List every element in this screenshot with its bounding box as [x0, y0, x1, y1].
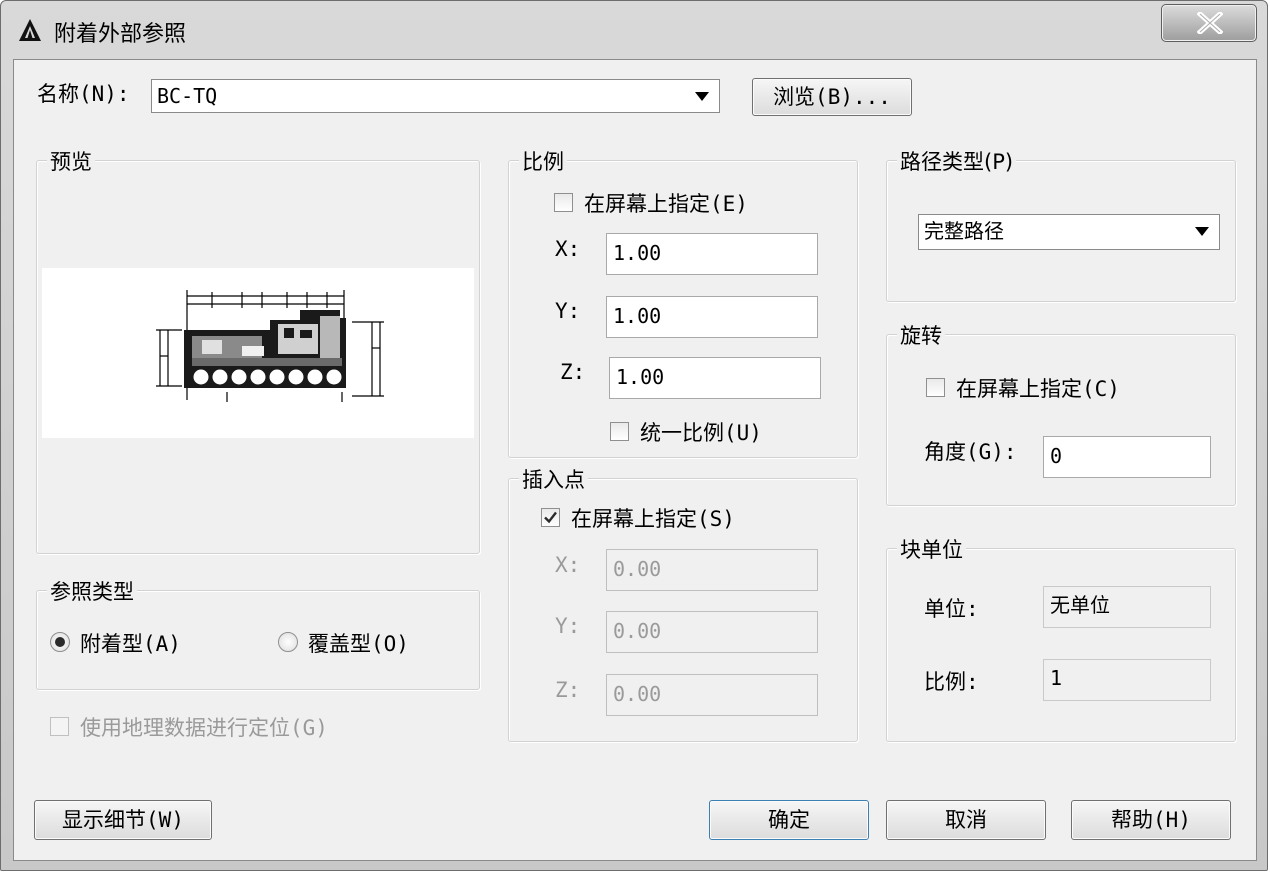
autocad-app-icon: [19, 19, 41, 41]
path-type-title: 路径类型(P): [897, 146, 1017, 176]
block-scale-value: 1: [1043, 659, 1211, 701]
attach-label[interactable]: 附着型(A): [80, 628, 181, 658]
insertion-specify-checkbox[interactable]: [541, 508, 560, 527]
scale-z-label: Z:: [560, 360, 586, 384]
scale-y-input[interactable]: 1.00: [606, 296, 818, 338]
dialog-body: 名称(N): BC-TQ 浏览(B)... 预览 参照类型 附着型(A) 覆盖型…: [13, 59, 1257, 861]
path-type-value: 完整路径: [924, 219, 1004, 243]
angle-input[interactable]: 0: [1043, 436, 1211, 478]
insertion-y-input[interactable]: 0.00: [606, 611, 818, 653]
rotation-title: 旋转: [897, 320, 945, 350]
preview-image: [42, 268, 474, 438]
uniform-scale-label[interactable]: 统一比例(U): [640, 417, 762, 447]
scale-z-input[interactable]: 1.00: [609, 357, 821, 399]
insertion-x-label: X:: [555, 553, 581, 577]
close-icon: [1197, 12, 1223, 34]
angle-label: 角度(G):: [924, 440, 1017, 464]
name-value: BC-TQ: [157, 84, 218, 108]
geo-location-label: 使用地理数据进行定位(G): [80, 716, 328, 740]
dialog-title: 附着外部参照: [54, 22, 187, 47]
scale-x-input[interactable]: 1.00: [606, 233, 818, 275]
insertion-y-label: Y:: [555, 614, 581, 638]
name-label: 名称(N):: [37, 82, 130, 106]
path-type-combobox[interactable]: 完整路径: [918, 214, 1220, 250]
cancel-button[interactable]: 取消: [886, 800, 1046, 840]
show-details-button[interactable]: 显示细节(W): [34, 800, 212, 840]
overlay-label[interactable]: 覆盖型(O): [308, 628, 409, 658]
rotation-group: [886, 334, 1236, 506]
insertion-specify-label[interactable]: 在屏幕上指定(S): [571, 503, 735, 533]
reference-type-title: 参照类型: [47, 576, 137, 606]
browse-button[interactable]: 浏览(B)...: [752, 78, 912, 116]
name-combobox[interactable]: BC-TQ: [151, 79, 720, 113]
unit-value: 无单位: [1043, 586, 1211, 628]
attach-radio[interactable]: [50, 632, 70, 652]
checkmark-icon: [544, 511, 557, 524]
block-unit-title: 块单位: [897, 534, 966, 564]
close-button[interactable]: [1161, 4, 1257, 42]
chevron-down-icon: [695, 92, 709, 101]
ok-button[interactable]: 确定: [709, 800, 869, 840]
unit-label: 单位:: [924, 597, 979, 621]
insertion-point-title: 插入点: [519, 464, 588, 494]
overlay-radio[interactable]: [278, 632, 298, 652]
help-button[interactable]: 帮助(H): [1071, 800, 1231, 840]
block-scale-label: 比例:: [924, 670, 979, 694]
scale-title: 比例: [519, 146, 567, 176]
scale-specify-label[interactable]: 在屏幕上指定(E): [584, 188, 748, 218]
drawing-thumbnail: [156, 290, 384, 402]
geo-location-checkbox[interactable]: [50, 717, 69, 736]
scale-x-label: X:: [555, 237, 581, 261]
rotation-specify-label[interactable]: 在屏幕上指定(C): [956, 373, 1120, 403]
uniform-scale-checkbox[interactable]: [610, 422, 629, 441]
chevron-down-icon: [1195, 227, 1209, 236]
block-unit-group: [886, 548, 1236, 742]
preview-title: 预览: [47, 146, 95, 176]
rotation-specify-checkbox[interactable]: [926, 378, 945, 397]
insertion-x-input[interactable]: 0.00: [606, 549, 818, 591]
attach-xref-dialog: 附着外部参照 名称(N): BC-TQ 浏览(B)... 预览 参照类型 附着型…: [0, 0, 1268, 871]
scale-specify-checkbox[interactable]: [554, 193, 573, 212]
radio-selected-dot: [55, 637, 65, 647]
insertion-z-input[interactable]: 0.00: [606, 674, 818, 716]
scale-y-label: Y:: [555, 299, 581, 323]
insertion-z-label: Z:: [555, 678, 581, 702]
title-bar[interactable]: 附着外部参照: [1, 1, 1267, 59]
